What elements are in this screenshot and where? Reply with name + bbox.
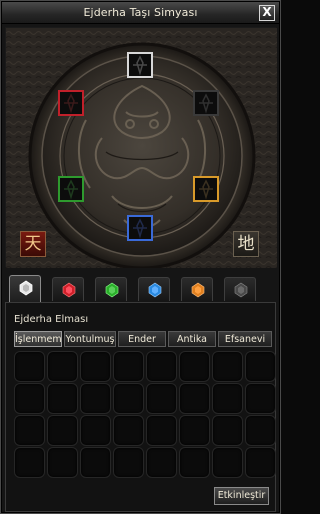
inventory-slot[interactable]	[212, 447, 243, 478]
inventory-slot[interactable]	[245, 415, 276, 446]
inventory-slot[interactable]	[212, 383, 243, 414]
ruby-gem-icon	[62, 282, 76, 298]
tab-ruby[interactable]	[52, 277, 84, 301]
inventory-slot[interactable]	[14, 415, 45, 446]
garnet-gem-icon	[191, 282, 205, 298]
earth-seal-button[interactable]: 地	[233, 231, 259, 257]
inventory-slot[interactable]	[47, 351, 78, 382]
inventory-slot[interactable]	[245, 351, 276, 382]
dragon-emblem-icon	[199, 93, 213, 114]
tab-onyx[interactable]	[224, 277, 256, 301]
inventory-slot[interactable]	[179, 351, 210, 382]
title-bar[interactable]: Ejderha Taşı Simyası X	[2, 2, 279, 24]
inventory-slot[interactable]	[212, 351, 243, 382]
inventory-grid	[14, 351, 276, 479]
inventory-slot[interactable]	[80, 447, 111, 478]
tab-legendary[interactable]: Efsanevi	[218, 331, 272, 347]
slot-red[interactable]	[58, 90, 84, 116]
section-label: Ejderha Elması	[14, 314, 89, 325]
tab-rare[interactable]: Ender	[118, 331, 166, 347]
inventory-slot[interactable]	[179, 447, 210, 478]
slot-blue[interactable]	[127, 215, 153, 241]
inventory-slot[interactable]	[146, 447, 177, 478]
tab-jade[interactable]	[95, 277, 127, 301]
tab-antique[interactable]: Antika	[168, 331, 216, 347]
inventory-slot[interactable]	[212, 415, 243, 446]
slot-green[interactable]	[58, 176, 84, 202]
inventory-panel: Ejderha Elması İşlenmemiş Yontulmuş Ende…	[5, 302, 276, 512]
sapphire-gem-icon	[148, 282, 162, 298]
grade-tabs: İşlenmemiş Yontulmuş Ender Antika Efsane…	[14, 331, 272, 347]
inventory-slot[interactable]	[14, 351, 45, 382]
jade-gem-icon	[105, 282, 119, 298]
tab-garnet[interactable]	[181, 277, 213, 301]
inventory-slot[interactable]	[245, 383, 276, 414]
inventory-slot[interactable]	[47, 383, 78, 414]
inventory-slot[interactable]	[113, 351, 144, 382]
slot-white[interactable]	[127, 52, 153, 78]
gem-tabs	[5, 275, 276, 303]
inventory-slot[interactable]	[146, 383, 177, 414]
slot-black[interactable]	[193, 90, 219, 116]
tab-diamond[interactable]	[9, 275, 41, 302]
dragon-emblem-icon	[64, 93, 78, 114]
dragon-emblem-icon	[199, 179, 213, 200]
inventory-slot[interactable]	[245, 447, 276, 478]
tab-sapphire[interactable]	[138, 277, 170, 301]
inventory-slot[interactable]	[146, 351, 177, 382]
inventory-slot[interactable]	[47, 447, 78, 478]
inventory-slot[interactable]	[47, 415, 78, 446]
dragon-stone-alchemy-window: Ejderha Taşı Simyası X 天 地 Ejderha Elmas…	[0, 0, 281, 514]
diamond-gem-icon	[19, 280, 33, 296]
slot-yellow[interactable]	[193, 176, 219, 202]
inventory-slot[interactable]	[179, 383, 210, 414]
inventory-slot[interactable]	[80, 415, 111, 446]
inventory-slot[interactable]	[146, 415, 177, 446]
inventory-slot[interactable]	[14, 447, 45, 478]
inventory-slot[interactable]	[113, 415, 144, 446]
dragon-emblem-icon	[133, 55, 147, 76]
inventory-slot[interactable]	[80, 351, 111, 382]
activate-button[interactable]: Etkinleştir	[214, 487, 269, 505]
window-title: Ejderha Taşı Simyası	[83, 6, 198, 19]
tab-cut[interactable]: Yontulmuş	[64, 331, 116, 347]
inventory-slot[interactable]	[113, 383, 144, 414]
inventory-slot[interactable]	[14, 383, 45, 414]
tab-raw[interactable]: İşlenmemiş	[14, 331, 62, 347]
dragon-emblem-icon	[64, 179, 78, 200]
dragon-emblem-icon	[133, 218, 147, 239]
heaven-seal-button[interactable]: 天	[20, 231, 46, 257]
close-button[interactable]: X	[259, 5, 275, 21]
inventory-slot[interactable]	[179, 415, 210, 446]
onyx-gem-icon	[234, 282, 248, 298]
inventory-slot[interactable]	[80, 383, 111, 414]
inventory-slot[interactable]	[113, 447, 144, 478]
